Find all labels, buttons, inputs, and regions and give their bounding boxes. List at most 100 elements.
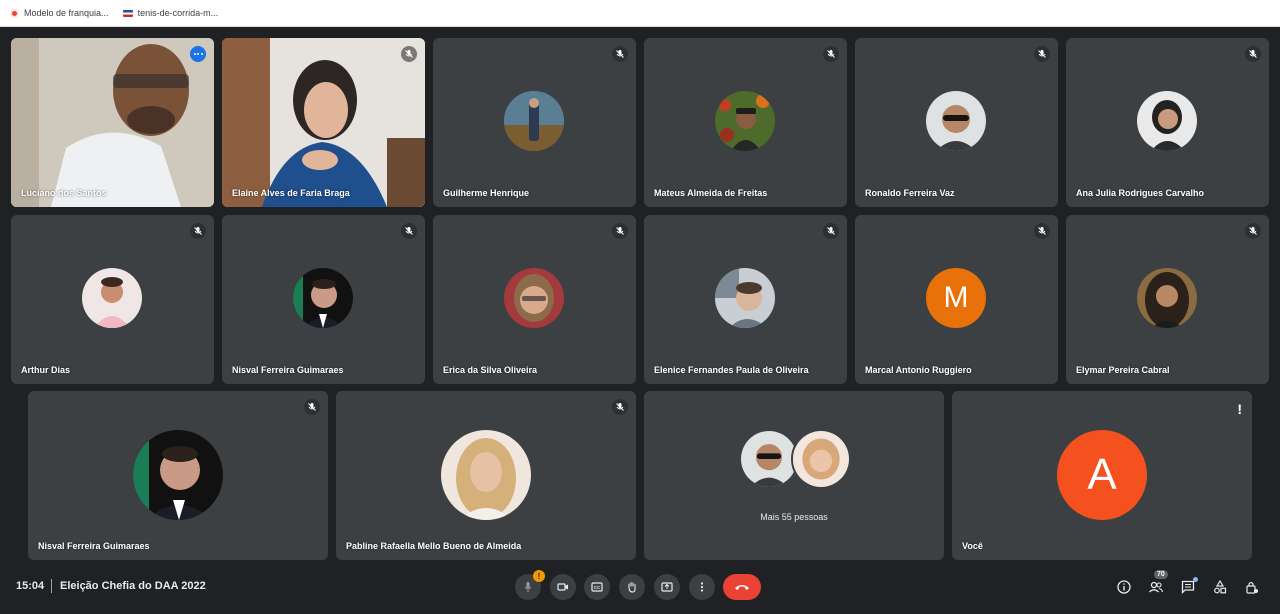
participant-name: Luciano dos Santos bbox=[21, 188, 107, 198]
participant-name: Elymar Pereira Cabral bbox=[1076, 365, 1170, 375]
activities-button[interactable] bbox=[1210, 577, 1230, 597]
participant-avatar bbox=[441, 430, 531, 520]
meeting-clock: 15:04 bbox=[16, 580, 45, 592]
mic-icon bbox=[524, 582, 532, 592]
host-controls-button[interactable] bbox=[1242, 577, 1262, 597]
host-controls-icon bbox=[1246, 581, 1258, 594]
people-count-badge: 70 bbox=[1154, 570, 1168, 579]
muted-mic-icon bbox=[1245, 223, 1261, 239]
raise-hand-button[interactable] bbox=[619, 574, 645, 600]
participant-tile[interactable]: Nisval Ferreira Guimaraes bbox=[222, 215, 425, 384]
more-options-icon bbox=[700, 582, 704, 592]
more-options-icon[interactable] bbox=[190, 46, 206, 62]
participant-tile[interactable]: Elaine Alves de Faria Braga bbox=[222, 38, 425, 207]
more-participants-label: Mais 55 pessoas bbox=[760, 512, 828, 522]
bookmark-label: tenis-de-corrida-m... bbox=[137, 8, 219, 18]
muted-mic-icon bbox=[612, 46, 628, 62]
meeting-title: Eleição Chefia do DAA 2022 bbox=[60, 580, 206, 592]
chat-button[interactable] bbox=[1178, 577, 1198, 597]
participant-avatar: M bbox=[926, 268, 986, 328]
participant-avatar bbox=[504, 91, 564, 151]
participant-avatar bbox=[715, 91, 775, 151]
participant-avatar bbox=[926, 91, 986, 151]
people-button[interactable]: 70 bbox=[1146, 570, 1168, 597]
chat-notification-dot bbox=[1193, 577, 1198, 582]
alert-icon[interactable]: ! bbox=[1237, 401, 1242, 417]
avatar-initial: M bbox=[943, 281, 969, 314]
participant-tile[interactable]: Luciano dos Santos bbox=[11, 38, 214, 207]
participant-name: Mateus Almeida de Freitas bbox=[654, 188, 768, 198]
more-participants-tile[interactable]: Mais 55 pessoas bbox=[644, 391, 944, 560]
meeting-details-button[interactable] bbox=[1114, 577, 1134, 597]
raise-hand-icon bbox=[628, 581, 636, 593]
chat-icon bbox=[1181, 580, 1195, 594]
participant-avatar bbox=[82, 268, 142, 328]
captions-button[interactable]: CC bbox=[584, 574, 610, 600]
participant-name: Nisval Ferreira Guimaraes bbox=[38, 541, 150, 551]
participant-avatar bbox=[293, 268, 353, 328]
participant-tile[interactable]: Mateus Almeida de Freitas bbox=[644, 38, 847, 207]
svg-text:CC: CC bbox=[594, 585, 601, 590]
participant-avatar bbox=[791, 429, 851, 489]
meeting-controls-bar: 15:04 Eleição Chefia do DAA 2022 ! CC 70 bbox=[0, 567, 1280, 614]
participant-avatar bbox=[1137, 268, 1197, 328]
participant-grid: Luciano dos Santos Elaine Alves de Faria… bbox=[0, 27, 1280, 567]
participant-tile[interactable]: Ronaldo Ferreira Vaz bbox=[855, 38, 1058, 207]
bookmark-item[interactable]: tenis-de-corrida-m... bbox=[122, 8, 219, 18]
participant-tile[interactable]: Ana Julia Rodrigues Carvalho bbox=[1066, 38, 1269, 207]
present-icon bbox=[661, 582, 673, 592]
participant-name: Marcal Antonio Ruggiero bbox=[865, 365, 972, 375]
participant-avatar bbox=[715, 268, 775, 328]
participant-tile[interactable]: Elenice Fernandes Paula de Oliveira bbox=[644, 215, 847, 384]
participant-name: Pabline Rafaella Mello Bueno de Almeida bbox=[346, 541, 522, 551]
participant-tile[interactable]: Nisval Ferreira Guimaraes bbox=[28, 391, 328, 560]
participant-avatar bbox=[504, 268, 564, 328]
bookmark-item[interactable]: Modelo de franquia... bbox=[10, 8, 109, 18]
muted-mic-icon bbox=[304, 399, 320, 415]
participant-name: Elenice Fernandes Paula de Oliveira bbox=[654, 365, 809, 375]
hang-up-button[interactable] bbox=[723, 574, 761, 600]
participant-avatar bbox=[133, 430, 223, 520]
muted-mic-icon bbox=[1245, 46, 1261, 62]
activities-icon bbox=[1214, 580, 1227, 594]
muted-mic-icon bbox=[401, 46, 417, 62]
muted-mic-icon bbox=[612, 399, 628, 415]
participant-name: Nisval Ferreira Guimaraes bbox=[232, 365, 344, 375]
self-tile[interactable]: A ! Você bbox=[952, 391, 1252, 560]
muted-mic-icon bbox=[1034, 46, 1050, 62]
muted-mic-icon bbox=[612, 223, 628, 239]
bookmark-favicon-icon bbox=[122, 9, 133, 17]
muted-mic-icon bbox=[190, 223, 206, 239]
hang-up-icon bbox=[735, 585, 749, 590]
muted-mic-icon bbox=[1034, 223, 1050, 239]
self-avatar: A bbox=[1057, 430, 1147, 520]
divider bbox=[51, 579, 52, 593]
bookmark-label: Modelo de franquia... bbox=[24, 8, 109, 18]
participant-tile[interactable]: Guilherme Henrique bbox=[433, 38, 636, 207]
mic-warning-badge: ! bbox=[533, 570, 545, 582]
mic-button[interactable]: ! bbox=[515, 570, 545, 600]
participant-tile[interactable]: M Marcal Antonio Ruggiero bbox=[855, 215, 1058, 384]
participant-avatar bbox=[1137, 91, 1197, 151]
camera-button[interactable] bbox=[550, 574, 576, 600]
participant-name: Ana Julia Rodrigues Carvalho bbox=[1076, 188, 1205, 198]
bookmark-favicon-icon bbox=[10, 8, 19, 18]
bookmarks-bar: Modelo de franquia... tenis-de-corrida-m… bbox=[0, 0, 1280, 27]
participant-name: Arthur Dias bbox=[21, 365, 71, 375]
participant-name: Guilherme Henrique bbox=[443, 188, 530, 198]
muted-mic-icon bbox=[401, 223, 417, 239]
participant-tile[interactable]: Elymar Pereira Cabral bbox=[1066, 215, 1269, 384]
participant-name: Elaine Alves de Faria Braga bbox=[232, 188, 350, 198]
more-options-button[interactable] bbox=[689, 574, 715, 600]
participant-tile[interactable]: Pabline Rafaella Mello Bueno de Almeida bbox=[336, 391, 636, 560]
participant-tile[interactable]: Erica da Silva Oliveira bbox=[433, 215, 636, 384]
participant-name: Ronaldo Ferreira Vaz bbox=[865, 188, 955, 198]
avatar-initial: A bbox=[1087, 450, 1117, 499]
participant-name: Erica da Silva Oliveira bbox=[443, 365, 538, 375]
present-button[interactable] bbox=[654, 574, 680, 600]
muted-mic-icon bbox=[823, 46, 839, 62]
participant-tile[interactable]: Arthur Dias bbox=[11, 215, 214, 384]
participant-video bbox=[11, 38, 214, 207]
people-icon bbox=[1149, 581, 1164, 593]
captions-icon: CC bbox=[591, 582, 603, 592]
